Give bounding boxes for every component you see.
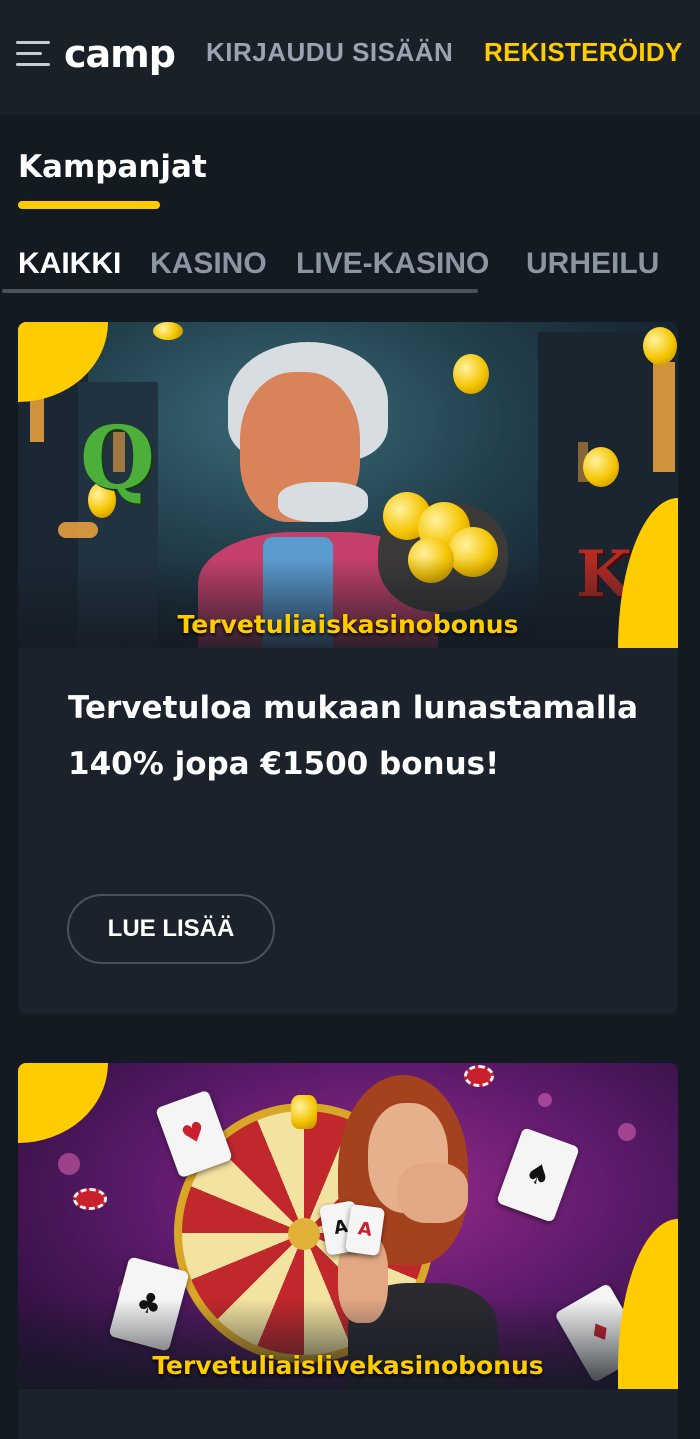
corner-accent	[18, 322, 108, 402]
menu-line	[16, 63, 50, 66]
camp-logo[interactable]: camp	[64, 30, 176, 78]
banner-label: Tervetuliaiskasinobonus	[177, 610, 519, 639]
promotion-banner-image: Q K Tervetuliaiskasinobonus	[18, 322, 678, 648]
tab-live-kasino[interactable]: LIVE-KASINO	[296, 244, 489, 284]
read-more-button[interactable]: LUE LISÄÄ	[67, 894, 275, 964]
playing-card: A	[344, 1203, 386, 1257]
tab-kasino[interactable]: KASINO	[150, 244, 267, 284]
menu-line	[16, 41, 50, 44]
promotion-banner-image: ♥ ♠ ♣ ♦ A A Tervetuliaislivekasinobonus	[18, 1063, 678, 1389]
login-link[interactable]: KIRJAUDU SISÄÄN	[206, 36, 453, 68]
promotion-card[interactable]: Q K Tervetuliaiskasinobonus Tervetuloa m…	[18, 322, 678, 1014]
tabs-scroll-indicator	[2, 289, 478, 293]
banner-label: Tervetuliaislivekasinobonus	[152, 1351, 544, 1380]
slot-letter-q: Q	[80, 408, 155, 509]
tab-kaikki[interactable]: KAIKKI	[18, 244, 121, 284]
promotion-title: Tervetuloa mukaan lunastamalla 140% jopa…	[68, 690, 639, 782]
playing-card: ♠	[496, 1127, 580, 1223]
corner-accent	[18, 1063, 108, 1143]
category-tabs: KAIKKI KASINO LIVE-KASINO URHEILU	[0, 244, 700, 300]
page-title: Kampanjat	[18, 149, 207, 185]
register-link[interactable]: REKISTERÖIDY	[484, 36, 683, 68]
top-header: camp KIRJAUDU SISÄÄN REKISTERÖIDY	[0, 0, 700, 115]
tab-urheilu[interactable]: URHEILU	[526, 244, 659, 284]
promotion-card[interactable]: ♥ ♠ ♣ ♦ A A Tervetuliaislivekasinobonus	[18, 1063, 678, 1439]
title-underline	[18, 201, 160, 209]
menu-line	[16, 52, 42, 55]
hamburger-menu-icon[interactable]	[16, 38, 52, 70]
